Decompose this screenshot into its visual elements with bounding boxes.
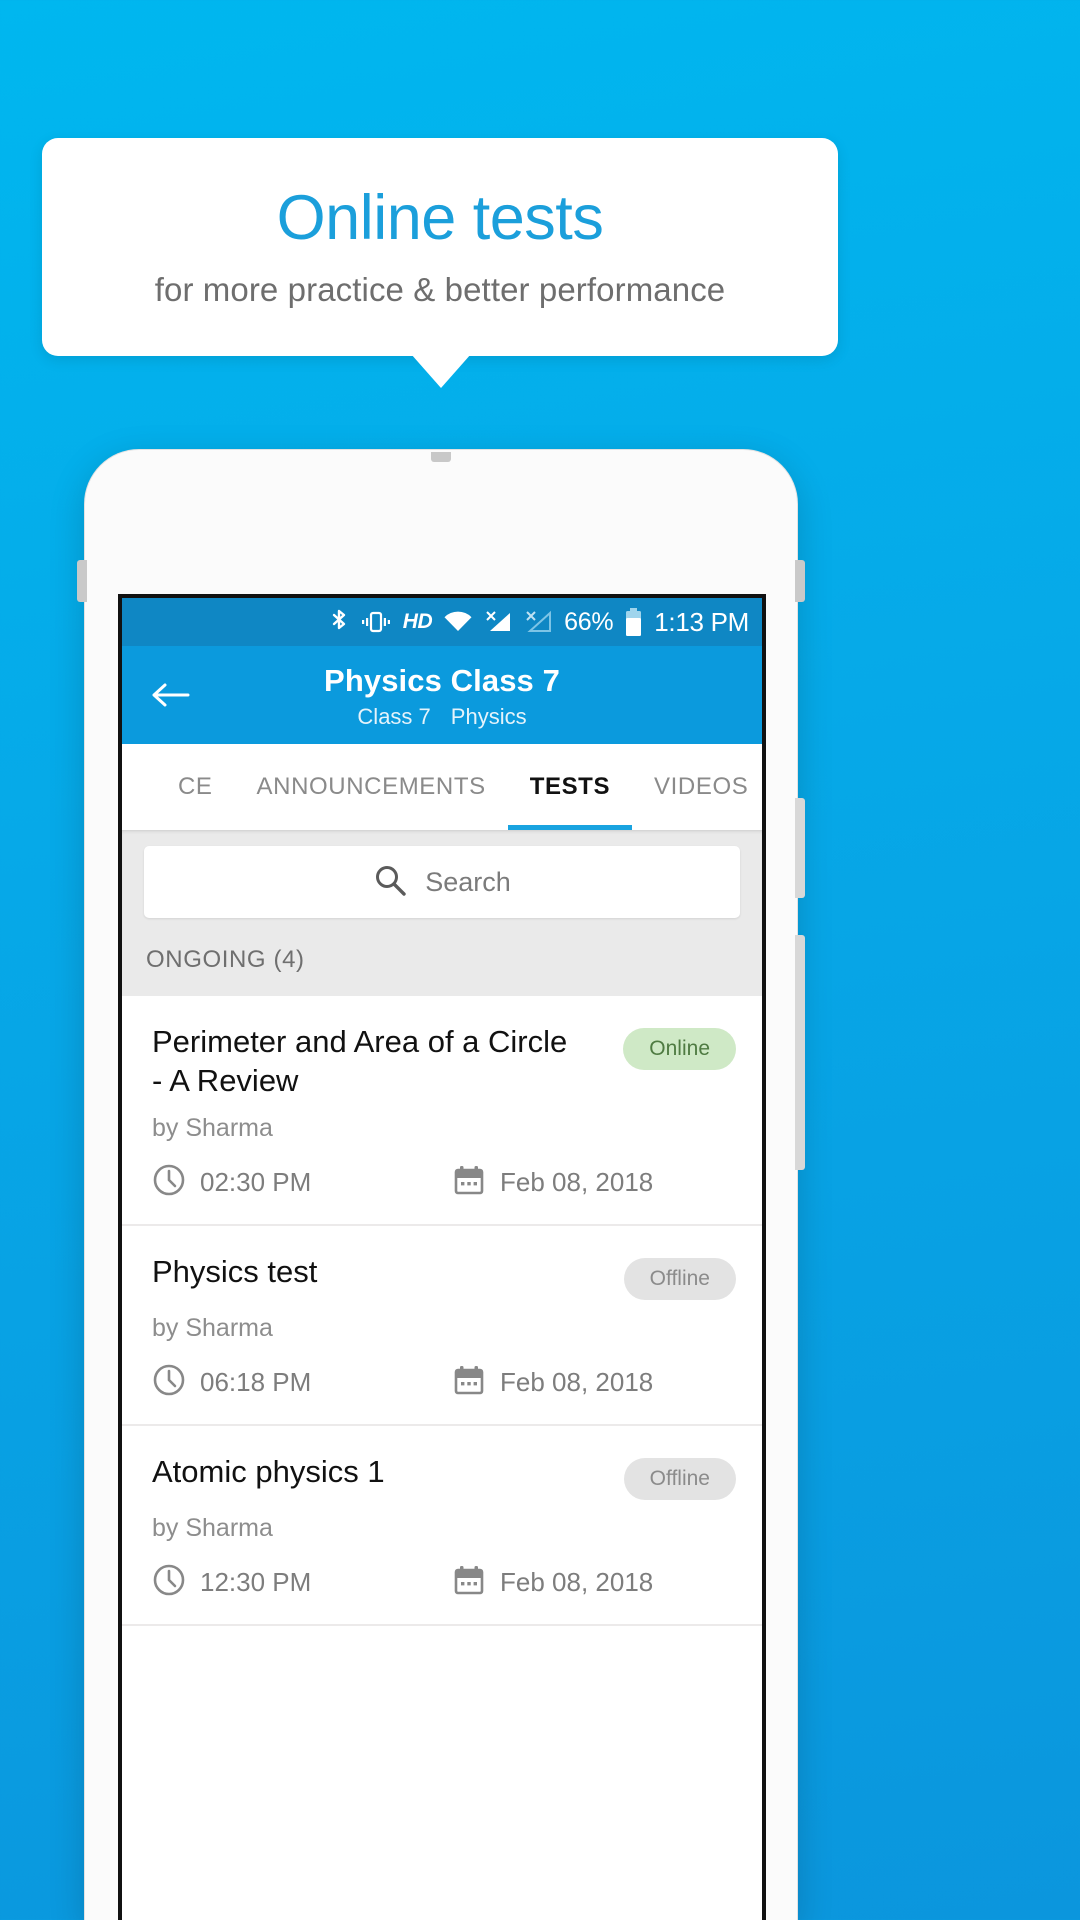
search-zone: Search xyxy=(122,830,762,940)
clock-icon xyxy=(152,1163,186,1202)
calendar-icon xyxy=(452,1563,486,1602)
phone-screen: HD 66% 1:13 PM Physics Class 7 Class 7 P… xyxy=(118,594,766,1920)
breadcrumb-class: Class 7 xyxy=(357,703,431,729)
test-meta: 06:18 PM Feb 08, 2018 xyxy=(152,1363,736,1402)
calendar-icon xyxy=(452,1363,486,1402)
test-date: Feb 08, 2018 xyxy=(500,1367,654,1398)
signal-no-sim-2-icon xyxy=(524,609,553,635)
test-time-cell: 06:18 PM xyxy=(152,1363,452,1402)
app-bar: Physics Class 7 Class 7 Physics xyxy=(122,646,762,744)
test-date: Feb 08, 2018 xyxy=(500,1167,654,1198)
tab-ce[interactable]: CE xyxy=(156,744,235,830)
list-item[interactable]: Physics test Offline by Sharma 06:18 PM xyxy=(122,1226,762,1427)
battery-percent-label: 66% xyxy=(564,607,614,636)
battery-icon xyxy=(624,607,643,637)
phone-volume-button xyxy=(795,798,805,898)
status-badge: Offline xyxy=(623,1458,736,1501)
calendar-icon xyxy=(452,1163,486,1202)
tab-videos[interactable]: VIDEOS xyxy=(632,744,762,830)
test-title: Perimeter and Area of a Circle - A Revie… xyxy=(152,1024,568,1099)
breadcrumb-subject: Physics xyxy=(450,703,527,729)
list-item-header: Atomic physics 1 Offline xyxy=(152,1452,736,1501)
test-date-cell: Feb 08, 2018 xyxy=(452,1363,653,1402)
section-header-ongoing: ONGOING (4) xyxy=(122,940,762,996)
test-meta: 12:30 PM Feb 08, 2018 xyxy=(152,1563,736,1602)
promo-subtitle: for more practice & better performance xyxy=(154,271,726,309)
test-date: Feb 08, 2018 xyxy=(500,1567,654,1598)
search-input[interactable]: Search xyxy=(144,846,740,918)
test-title: Physics test xyxy=(152,1254,318,1290)
phone-power-button xyxy=(795,935,805,1170)
test-author: by Sharma xyxy=(152,1114,273,1143)
phone-side-button-left xyxy=(77,560,87,602)
test-time-cell: 12:30 PM xyxy=(152,1563,452,1602)
clock-time-label: 1:13 PM xyxy=(654,606,749,637)
list-item[interactable]: Perimeter and Area of a Circle - A Revie… xyxy=(122,996,762,1227)
bluetooth-icon xyxy=(330,608,349,636)
promo-callout: Online tests for more practice & better … xyxy=(42,138,838,356)
back-arrow-icon[interactable] xyxy=(146,671,194,719)
test-author: by Sharma xyxy=(152,1314,273,1343)
test-title: Atomic physics 1 xyxy=(152,1454,385,1490)
tab-tests[interactable]: TESTS xyxy=(507,744,633,830)
wifi-icon xyxy=(443,610,473,634)
test-time-cell: 02:30 PM xyxy=(152,1163,452,1202)
clock-icon xyxy=(152,1563,186,1602)
test-time: 02:30 PM xyxy=(200,1167,312,1198)
phone-side-button-right-top xyxy=(795,560,805,602)
test-time: 06:18 PM xyxy=(200,1367,312,1398)
promo-callout-tail xyxy=(411,354,471,388)
clock-icon xyxy=(152,1363,186,1402)
promo-title: Online tests xyxy=(276,182,604,253)
test-meta: 02:30 PM Feb 08, 2018 xyxy=(152,1163,736,1202)
test-author: by Sharma xyxy=(152,1514,273,1543)
list-item[interactable]: Atomic physics 1 Offline by Sharma 12:30… xyxy=(122,1426,762,1627)
test-date-cell: Feb 08, 2018 xyxy=(452,1163,653,1202)
tab-bar: CE ANNOUNCEMENTS TESTS VIDEOS xyxy=(122,744,762,830)
page-title: Physics Class 7 xyxy=(324,663,560,699)
app-bar-text: Physics Class 7 Class 7 Physics xyxy=(122,660,762,729)
vibrate-icon xyxy=(360,609,392,635)
breadcrumb: Class 7 Physics xyxy=(122,704,762,730)
signal-no-sim-1-icon xyxy=(484,609,513,635)
status-badge: Offline xyxy=(623,1258,736,1301)
tab-announcements[interactable]: ANNOUNCEMENTS xyxy=(235,744,508,830)
list-item-header: Perimeter and Area of a Circle - A Revie… xyxy=(152,1022,736,1100)
list-item-header: Physics test Offline xyxy=(152,1252,736,1301)
phone-antenna-nub xyxy=(431,452,451,462)
hd-icon: HD xyxy=(402,610,433,633)
phone-mockup: HD 66% 1:13 PM Physics Class 7 Class 7 P… xyxy=(77,450,805,1920)
tests-list: Perimeter and Area of a Circle - A Revie… xyxy=(122,996,762,1627)
search-placeholder: Search xyxy=(425,866,511,897)
search-icon xyxy=(373,863,407,902)
test-date-cell: Feb 08, 2018 xyxy=(452,1563,653,1602)
test-time: 12:30 PM xyxy=(200,1567,312,1598)
status-badge: Online xyxy=(623,1028,736,1070)
status-bar: HD 66% 1:13 PM xyxy=(122,598,762,646)
